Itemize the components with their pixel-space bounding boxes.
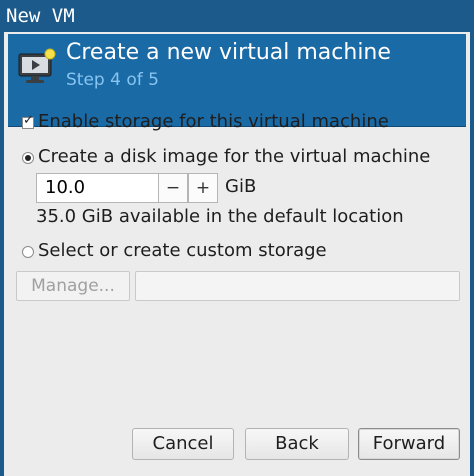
wizard-step: Step 4 of 5 — [66, 70, 159, 90]
computer-monitor-icon — [18, 48, 56, 90]
new-vm-window: New VM Create a new virtual machine Step… — [0, 0, 474, 476]
custom-storage-path-field[interactable] — [135, 271, 460, 301]
available-space-text: 35.0 GiB available in the default locati… — [36, 206, 404, 227]
window-title: New VM — [0, 0, 474, 32]
manage-button[interactable]: Manage... — [16, 271, 130, 301]
wizard-title: Create a new virtual machine — [66, 40, 391, 65]
decrement-button[interactable]: − — [158, 173, 188, 203]
custom-storage-label[interactable]: Select or create custom storage — [38, 240, 327, 261]
back-button[interactable]: Back — [245, 428, 349, 460]
create-disk-label[interactable]: Create a disk image for the virtual mach… — [38, 146, 430, 167]
cancel-button[interactable]: Cancel — [132, 428, 234, 460]
size-unit-label: GiB — [225, 176, 257, 197]
radio-button[interactable] — [22, 152, 34, 164]
disk-size-input[interactable]: 10.0 — [36, 173, 158, 203]
dialog-body: Create a new virtual machine Step 4 of 5… — [4, 32, 470, 476]
checkbox-box[interactable] — [22, 113, 34, 129]
radio-button[interactable] — [22, 246, 34, 258]
increment-button[interactable]: + — [188, 173, 218, 203]
forward-button[interactable]: Forward — [358, 428, 460, 460]
enable-storage-label[interactable]: Enable storage for this virtual machine — [38, 111, 389, 132]
